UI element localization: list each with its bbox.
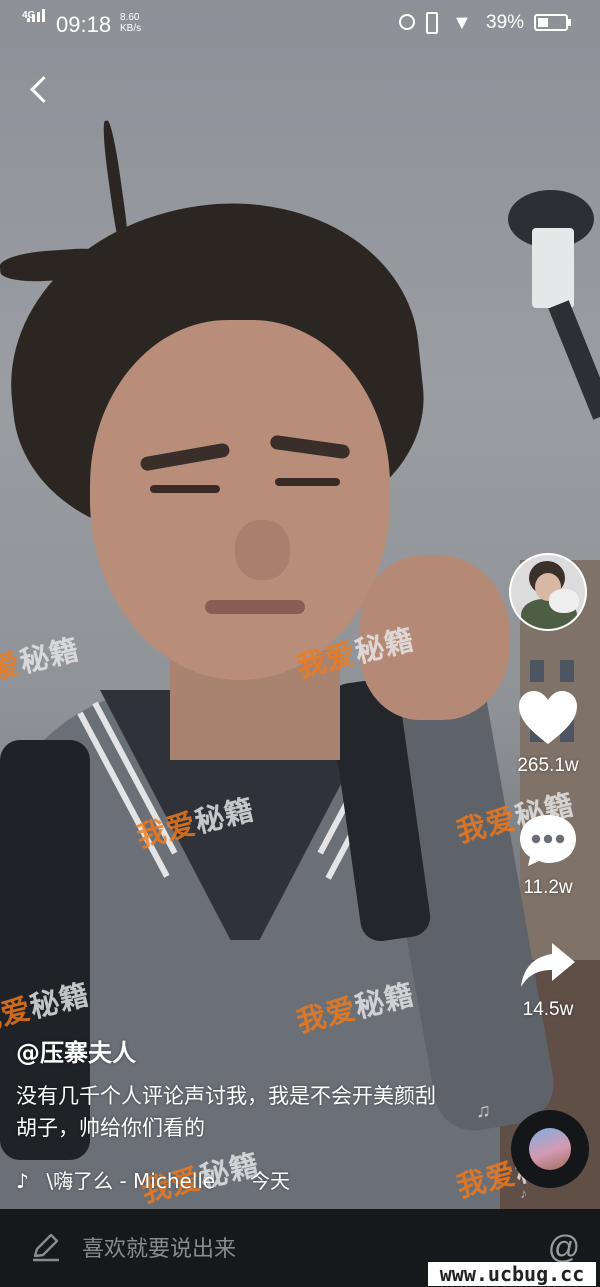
network-speed: 8.60 KB/s	[120, 12, 142, 34]
music-disc[interactable]	[511, 1110, 589, 1188]
author-avatar[interactable]	[509, 553, 587, 631]
floating-note-icon: ♪	[520, 1185, 527, 1201]
music-info[interactable]: ♪ \嗨了么 - Michelle 今天	[16, 1165, 290, 1195]
heart-icon	[519, 691, 577, 744]
music-title: \嗨了么 - Michelle	[46, 1169, 216, 1193]
video-description: 没有几千个人评论声讨我，我是不会开美颜刮胡子，帅给你们看的	[16, 1084, 436, 1140]
site-watermark: www.ucbug.cc	[428, 1262, 596, 1286]
vibrate-icon	[426, 12, 438, 34]
battery-percent: 39%	[486, 12, 525, 33]
music-note-icon: ♪	[16, 1169, 29, 1193]
comment-button[interactable]: 11.2w	[508, 812, 588, 899]
mention-button[interactable]: @	[544, 1227, 584, 1267]
status-bar: 4G 09:18 8.60 KB/s ▼ 39%	[0, 0, 600, 48]
like-count: 265.1w	[517, 755, 579, 776]
watermark: 我爱秘籍	[0, 631, 83, 694]
share-arrow-icon	[521, 943, 575, 987]
comment-input[interactable]	[82, 1234, 482, 1264]
music-cover	[529, 1128, 571, 1170]
author-name[interactable]: @压寨夫人	[16, 1033, 136, 1068]
like-button[interactable]: 265.1w	[508, 690, 588, 777]
comment-count: 11.2w	[523, 877, 573, 898]
share-button[interactable]: 14.5w	[508, 940, 588, 1021]
post-date: 今天	[249, 1169, 290, 1193]
pencil-icon	[33, 1233, 59, 1262]
video-screen[interactable]: 我爱秘籍 我爱秘籍 我爱秘籍 我爱秘籍 我爱秘籍 我爱秘籍 我爱秘籍 我爱秘籍 …	[0, 0, 600, 1287]
share-count: 14.5w	[522, 999, 574, 1020]
person-face	[90, 320, 390, 680]
alarm-icon	[399, 14, 415, 30]
battery-icon	[534, 14, 568, 31]
floating-note-icon: ♫	[476, 1100, 491, 1122]
status-time: 09:18	[56, 12, 112, 37]
back-chevron-icon[interactable]	[22, 70, 58, 110]
wifi-icon: ▼	[452, 12, 472, 34]
comment-icon	[520, 815, 576, 866]
